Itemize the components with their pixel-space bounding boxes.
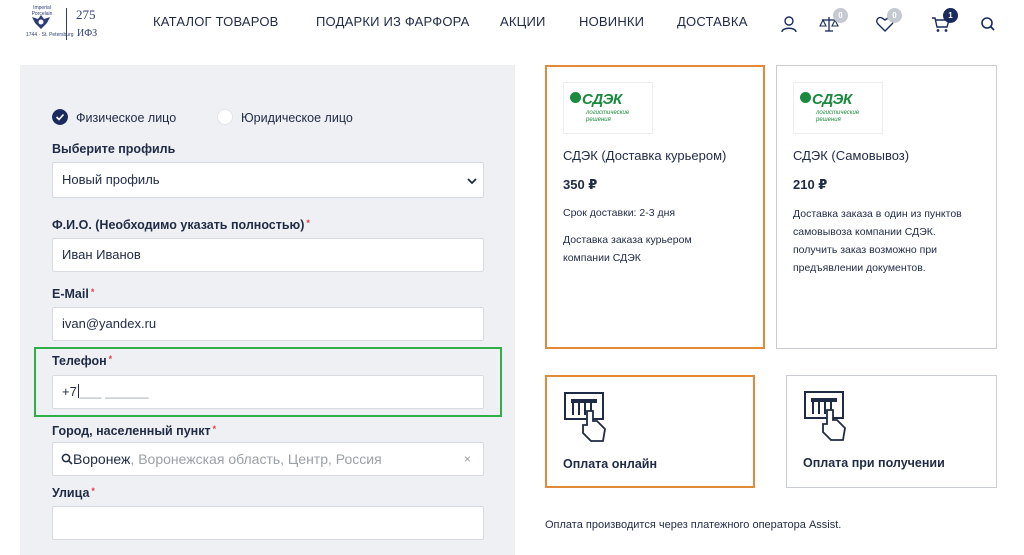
radio-legal-entity-label[interactable]: Юридическое лицо [241,111,353,125]
user-icon[interactable] [779,14,799,34]
fio-input[interactable]: Иван Иванов [52,238,484,272]
payment-option-title: Оплата при получении [803,456,945,470]
delivery-option-description: Доставка заказа курьером компании СДЭК [563,234,692,264]
email-input[interactable]: ivan@yandex.ru [52,307,484,341]
city-value: Воронеж [73,451,131,467]
cart-count-badge: 1 [943,8,958,23]
phone-required-mark: * [108,354,113,364]
nav-porcelain-gifts[interactable]: ПОДАРКИ ИЗ ФАРФОРА [316,14,470,29]
delivery-option-price: 350 ₽ [563,177,598,192]
logo-number: 275 [76,7,96,22]
chevron-down-icon [467,178,477,185]
nav-promotions[interactable]: АКЦИИ [500,14,546,29]
payment-operator-note: Оплата производится через платежного опе… [545,519,842,531]
fio-required-mark: * [306,218,310,228]
delivery-option-cdek-courier[interactable]: СДЭК логистические решения СДЭК (Доставк… [545,65,765,349]
clear-city-button[interactable]: × [464,443,471,475]
street-label: Улица * [52,486,95,500]
payment-option-on-delivery[interactable]: Оплата при получении [786,375,997,488]
text-cursor [77,384,79,398]
city-hint: , Воронежская область, Центр, Россия [130,451,382,467]
phone-mask: ___ ______ [79,384,149,399]
delivery-option-title: СДЭК (Самовывоз) [793,148,910,163]
delivery-option-term: Срок доставки: 2-3 дня [563,207,676,219]
payment-option-online[interactable]: Оплата онлайн [545,375,755,488]
profile-select-value: Новый профиль [62,172,160,187]
street-required-mark: * [91,486,95,496]
city-input[interactable]: Воронеж, Воронежская область, Центр, Рос… [52,442,484,476]
delivery-option-cdek-pickup[interactable]: СДЭК логистические решения СДЭК (Самовыв… [776,65,997,349]
payment-option-title: Оплата онлайн [563,457,658,471]
delivery-option-price: 210 ₽ [793,177,828,192]
email-label: E-Mail * [52,287,95,301]
city-required-mark: * [212,424,217,434]
phone-label: Телефон * [52,354,113,368]
cdek-logo-text: СДЭК [582,91,622,108]
phone-input[interactable]: +7 ___ ______ [52,375,484,409]
radio-individual[interactable] [52,109,68,125]
radio-individual-label[interactable]: Физическое лицо [76,111,176,125]
cdek-logo: СДЭК логистические решения [793,82,883,134]
street-input[interactable] [52,506,484,540]
search-icon[interactable] [978,14,998,34]
city-label: Город, населенный пункт * [52,424,217,438]
logo-divider [66,8,67,40]
cdek-logo-tagline: логистические решения [816,110,860,123]
delivery-option-title: СДЭК (Доставка курьером) [563,148,727,163]
search-icon [61,453,73,465]
site-logo[interactable]: Imperial Porcelain 1744 · St. Petersburg… [22,5,104,43]
cdek-logo-text: СДЭК [812,91,852,108]
nav-catalog[interactable]: КАТАЛОГ ТОВАРОВ [153,14,279,29]
atm-icon [804,391,846,441]
cdek-logo-mark [800,92,811,103]
favorites-count-badge: 0 [887,8,902,23]
nav-delivery[interactable]: ДОСТАВКА [677,14,748,29]
email-required-mark: * [90,287,95,297]
atm-icon [564,392,606,442]
nav-new-arrivals[interactable]: НОВИНКИ [579,14,644,29]
fio-label: Ф.И.О. (Необходимо указать полностью) * [52,218,310,232]
cdek-logo-mark [570,92,581,103]
radio-legal-entity[interactable] [217,109,233,125]
logo-abbr: ИФЗ [77,28,98,39]
profile-label: Выберите профиль [52,142,176,156]
eagle-emblem-icon [32,15,50,29]
compare-count-badge: 0 [833,8,848,23]
profile-select[interactable]: Новый профиль [52,162,484,198]
cdek-logo-tagline: логистические решения [586,110,630,123]
delivery-option-description: Доставка заказа в один из пунктов самовы… [793,208,962,274]
site-header: Imperial Porcelain 1744 · St. Petersburg… [0,0,1024,48]
cdek-logo: СДЭК логистические решения [563,82,653,134]
